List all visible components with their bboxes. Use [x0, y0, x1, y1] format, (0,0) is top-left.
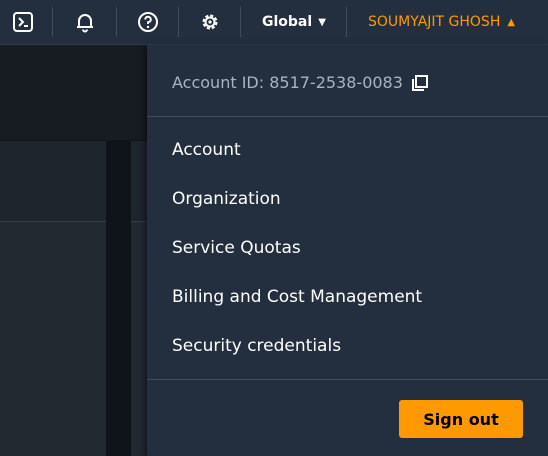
gear-icon[interactable]	[197, 0, 223, 44]
panel-header	[131, 141, 148, 222]
caret-down-icon: ▼	[318, 16, 326, 28]
content-panel-right	[131, 141, 148, 456]
menu-item-billing[interactable]: Billing and Cost Management	[172, 287, 422, 307]
page-header-area	[0, 45, 148, 140]
menu-item-security-credentials[interactable]: Security credentials	[172, 336, 341, 356]
account-dropdown-menu: Account ID: 8517-2538-0083 Account Organ…	[147, 45, 548, 456]
help-icon[interactable]	[135, 0, 161, 44]
menu-item-service-quotas[interactable]: Service Quotas	[172, 238, 301, 258]
nav-separator	[346, 7, 347, 37]
cloudshell-icon[interactable]	[10, 0, 36, 44]
region-selector[interactable]: Global ▼	[262, 0, 326, 44]
nav-separator	[52, 7, 53, 37]
account-menu-button[interactable]: SOUMYAJIT GHOSH ▲	[368, 0, 515, 44]
nav-separator	[240, 7, 241, 37]
top-navigation-bar: Global ▼ SOUMYAJIT GHOSH ▲	[0, 0, 548, 45]
divider	[147, 379, 548, 380]
user-name: SOUMYAJIT GHOSH	[368, 14, 501, 30]
caret-up-icon: ▲	[507, 16, 516, 28]
bell-icon[interactable]	[72, 0, 98, 44]
nav-separator	[116, 7, 117, 37]
nav-separator	[178, 7, 179, 37]
menu-item-organization[interactable]: Organization	[172, 189, 281, 209]
account-id-row: Account ID: 8517-2538-0083	[172, 73, 429, 92]
sign-out-button[interactable]: Sign out	[399, 400, 523, 438]
account-id-text: Account ID: 8517-2538-0083	[172, 73, 403, 92]
panel-header	[0, 141, 106, 222]
menu-item-account[interactable]: Account	[172, 140, 241, 160]
content-panel-left	[0, 141, 106, 456]
copy-icon[interactable]	[411, 74, 429, 92]
divider	[147, 116, 548, 117]
region-label: Global	[262, 14, 313, 30]
